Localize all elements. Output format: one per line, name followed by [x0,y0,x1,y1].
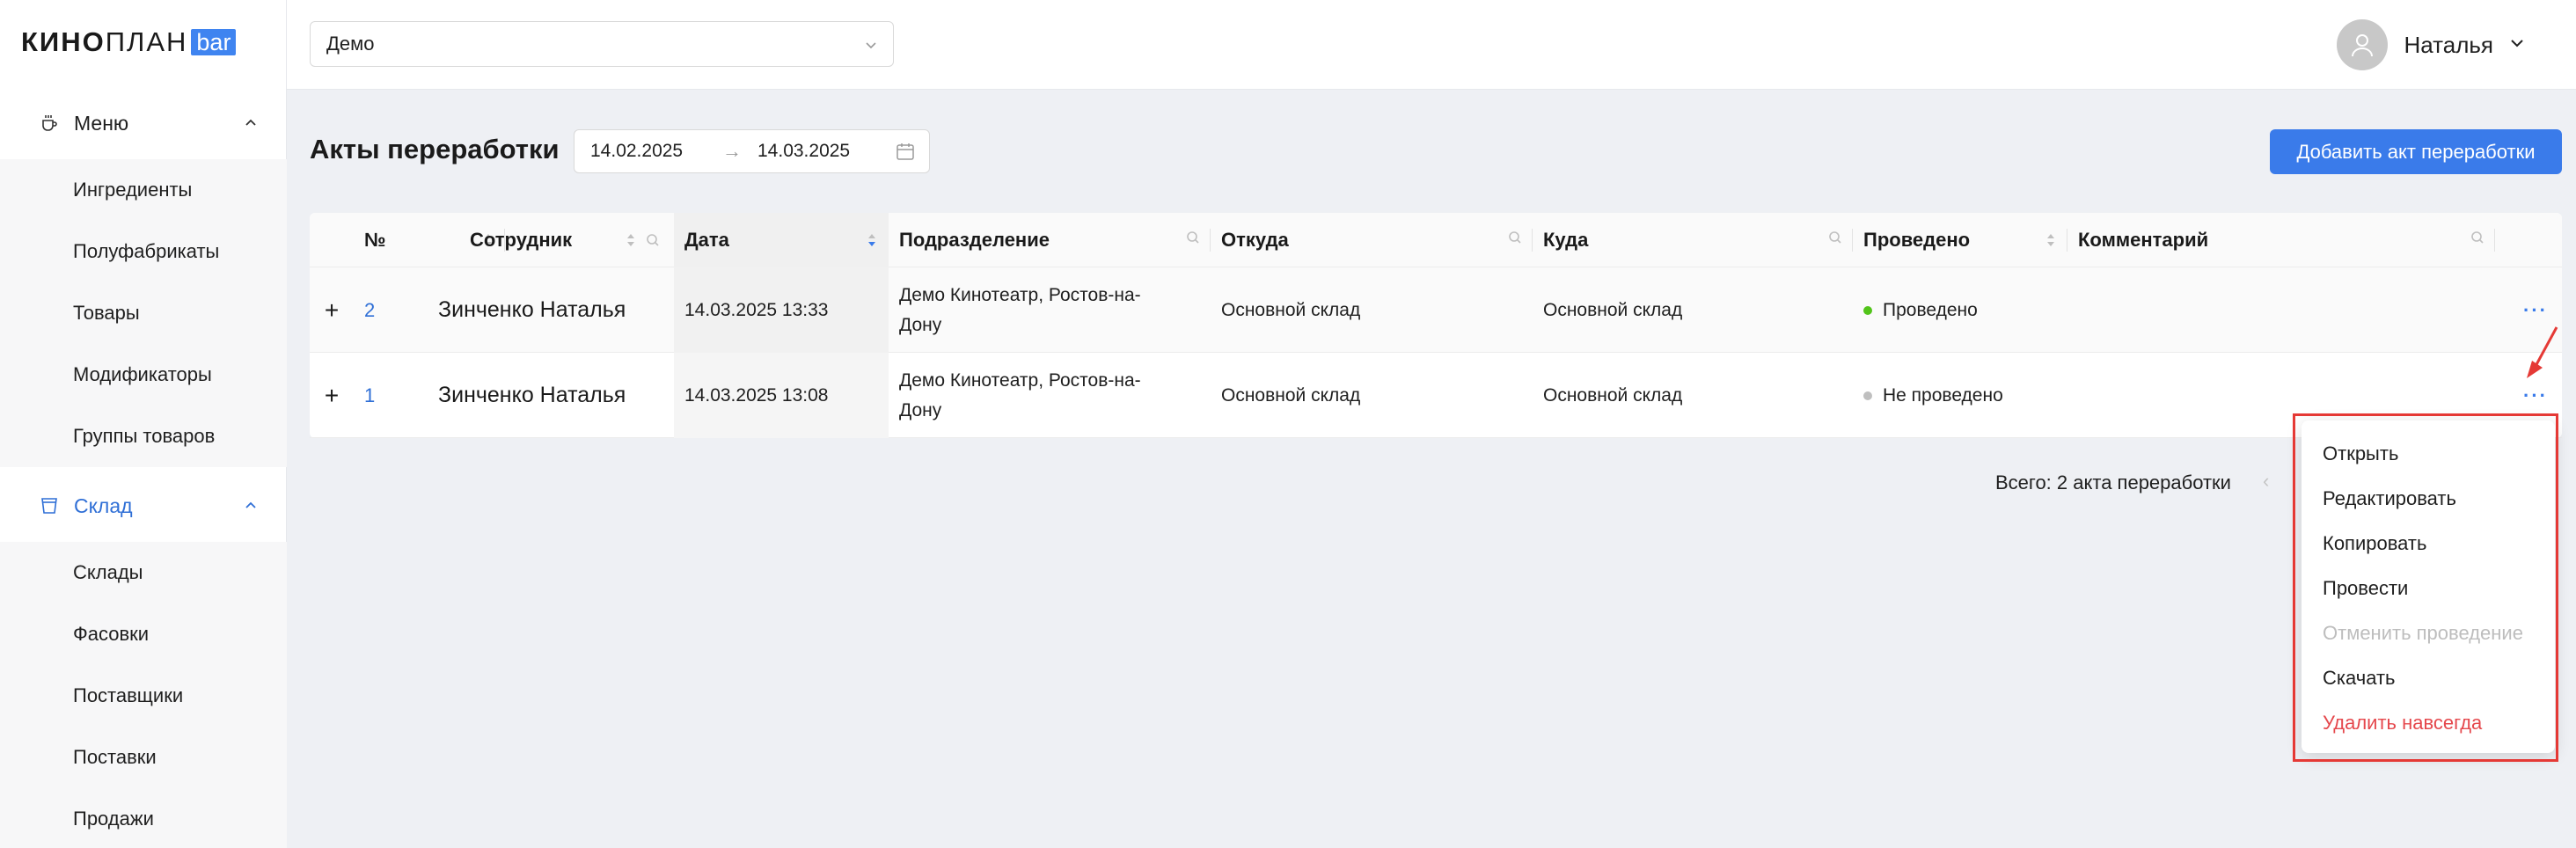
sort-icon-active[interactable] [866,230,878,250]
row-employee: Зинченко Наталья [438,297,626,322]
header-num-label: № [364,229,386,251]
user-name: Наталья [2404,31,2493,58]
header-comment-label: Комментарий [2078,229,2209,251]
chevron-down-icon [2507,33,2527,57]
sidebar-item-goods[interactable]: Товары [0,282,287,344]
warehouse-subitems: Склады Фасовки Поставщики Поставки Прода… [0,542,287,848]
add-act-button[interactable]: Добавить акт переработки [2270,129,2562,174]
header-to-label: Куда [1543,229,1589,251]
avatar [2337,19,2389,70]
header-status[interactable]: Проведено [1853,213,2067,267]
nav-group-label: Меню [74,111,129,135]
chevron-down-icon [863,36,879,59]
row-number-link[interactable]: 2 [364,299,375,322]
topbar: Демо Наталья [287,0,2576,90]
logo-text: КИНОПЛАН [21,26,188,57]
row-to: Основной склад [1543,384,1683,406]
header-employee-label: Сотрудник [470,229,573,251]
status-dot [1863,391,1872,400]
more-actions-icon[interactable]: ··· [2523,299,2548,322]
row-from: Основной склад [1221,384,1361,406]
row-date: 14.03.2025 13:08 [684,384,829,406]
sidebar-item-warehouses[interactable]: Склады [0,542,287,603]
page-title: Акты переработки [310,134,560,164]
calendar-icon [896,142,915,166]
cinema-select-value: Демо [326,33,375,55]
row-department: Демо Кинотеатр, Ростов-на-Дону [899,284,1141,335]
date-range-picker[interactable]: 14.02.2025 → 14.03.2025 [574,129,930,173]
sidebar-item-ingredients[interactable]: Ингредиенты [0,159,287,221]
search-icon[interactable] [2470,230,2485,245]
sidebar-item-modifiers[interactable]: Модификаторы [0,344,287,406]
sidebar-item-sales[interactable]: Продажи [0,788,287,848]
header-from[interactable]: Откуда [1211,213,1533,267]
search-icon [647,234,659,246]
annotation-highlight-box [2293,413,2558,762]
user-menu[interactable]: Наталья [2337,19,2527,70]
acts-table: № Сотрудник Дата Подразделение Откуда Ку… [310,213,2562,438]
nav-group-warehouse[interactable]: Склад [0,475,287,537]
table-row[interactable]: + 1 Зинченко Наталья 14.03.2025 13:08 Де… [310,353,2562,438]
table-row[interactable]: + 2 Зинченко Наталья 14.03.2025 13:33 Де… [310,267,2562,353]
row-department: Демо Кинотеатр, Ростов-на-Дону [899,369,1141,420]
header-department[interactable]: Подразделение [889,213,1211,267]
header-status-label: Проведено [1863,229,1971,251]
row-date: 14.03.2025 13:33 [684,299,829,320]
search-icon[interactable] [1186,230,1200,245]
status-badge: Не проведено [1883,384,2003,406]
sort-icon[interactable] [2045,230,2057,250]
logo[interactable]: КИНОПЛАН bar [21,26,237,58]
chevron-up-icon [243,497,259,517]
header-date[interactable]: Дата [674,213,889,267]
menu-subitems: Ингредиенты Полуфабрикаты Товары Модифик… [0,159,287,467]
nav-group-label: Склад [74,493,133,517]
row-number-link[interactable]: 1 [364,384,375,407]
status-dot [1863,305,1872,315]
arrow-right-icon: → [722,140,742,162]
total-count: Всего: 2 акта переработки [1995,472,2231,493]
date-from[interactable]: 14.02.2025 [590,141,722,162]
chevron-up-icon [243,114,259,135]
more-actions-icon[interactable]: ··· [2523,384,2548,407]
sidebar-item-semifinished[interactable]: Полуфабрикаты [0,221,287,282]
logo-badge: bar [191,29,237,55]
header-from-label: Откуда [1221,229,1289,251]
sidebar-item-suppliers[interactable]: Поставщики [0,665,287,727]
header-department-label: Подразделение [899,229,1050,251]
cinema-select[interactable]: Демо [310,21,894,67]
row-employee: Зинченко Наталья [438,383,626,407]
status-badge: Проведено [1883,299,1978,320]
sidebar-item-product-groups[interactable]: Группы товаров [0,406,287,467]
row-to: Основной склад [1543,299,1683,320]
pagination-prev[interactable]: ‹ [2263,470,2269,493]
row-from: Основной склад [1221,299,1361,320]
sidebar-item-deliveries[interactable]: Поставки [0,727,287,788]
header-employee-icons [625,230,660,250]
header-date-label: Дата [684,229,729,251]
table-header: № Сотрудник Дата Подразделение Откуда Ку… [310,213,2562,267]
search-icon[interactable] [1508,230,1522,245]
nav-group-menu[interactable]: Меню [0,92,287,154]
header-to[interactable]: Куда [1533,213,1853,267]
header-expand [310,213,354,267]
cup-icon [39,113,60,134]
annotation-arrow-icon [2527,326,2558,378]
expand-row-icon[interactable]: + [325,296,339,325]
search-icon[interactable] [1828,230,1842,245]
user-icon [2352,34,2374,57]
sidebar-item-packaging[interactable]: Фасовки [0,603,287,665]
date-to[interactable]: 14.03.2025 [757,141,881,162]
header-comment[interactable]: Комментарий [2067,213,2495,267]
filter-glass-icon [39,495,60,516]
sidebar: КИНОПЛАН bar Меню Ингредиенты Полуфабрик… [0,0,287,848]
sort-icon [627,234,634,246]
expand-row-icon[interactable]: + [325,382,339,410]
header-employee[interactable]: Сотрудник [459,213,670,267]
